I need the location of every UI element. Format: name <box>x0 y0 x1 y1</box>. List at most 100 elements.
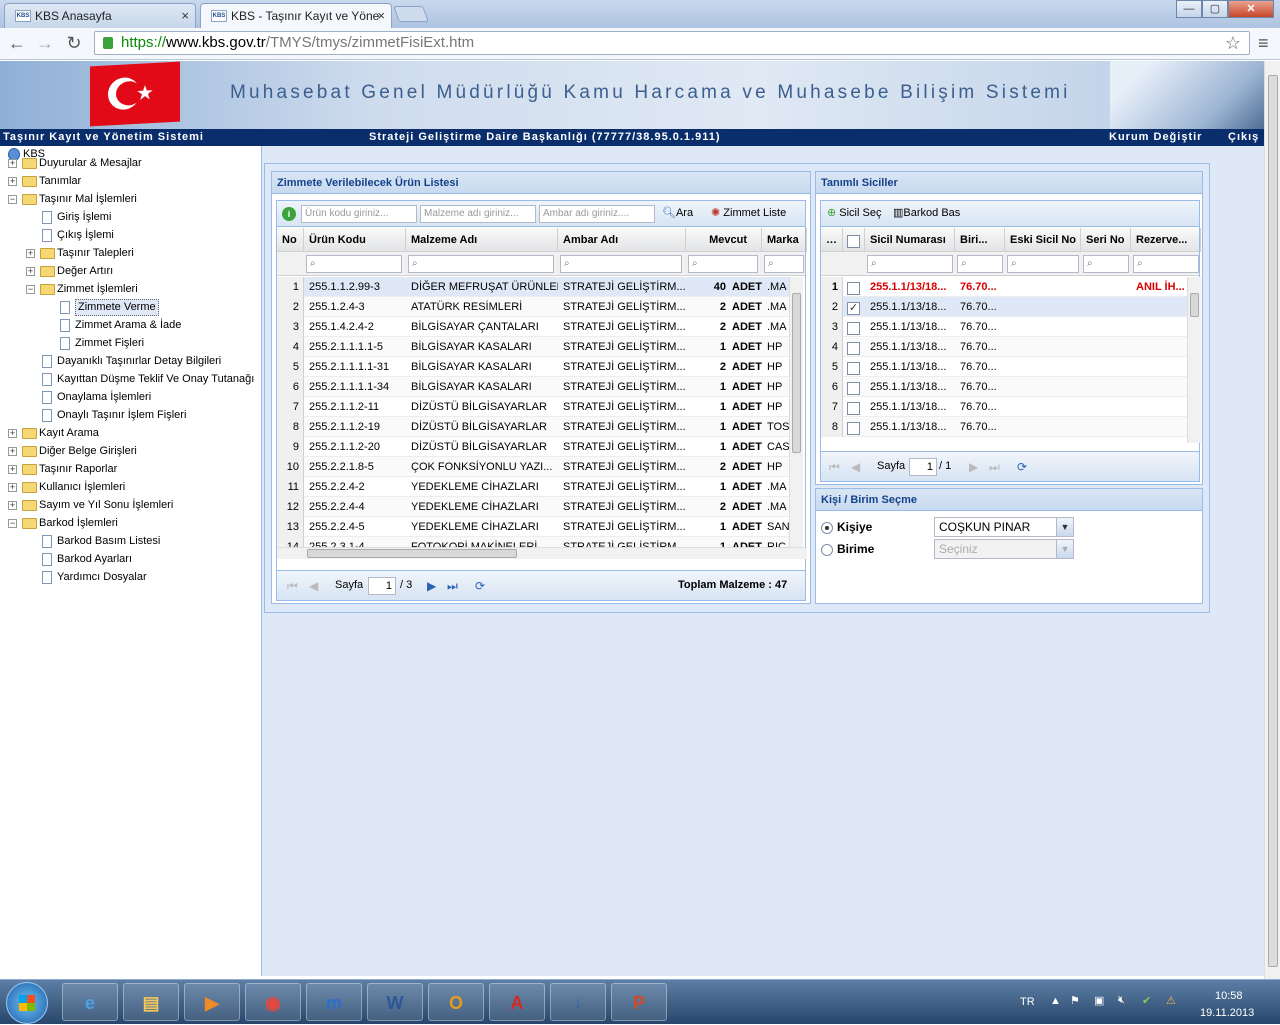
col-no[interactable]: No <box>277 228 304 252</box>
product-vertical-scrollbar[interactable] <box>789 277 803 547</box>
sicil-row[interactable]: 2 ✓ 255.1.1/13/18... 76.70... <box>821 297 1187 317</box>
file-explorer-icon[interactable]: ▤ <box>123 983 179 1021</box>
col-store-name[interactable]: Ambar Adı <box>558 228 686 252</box>
outlook-icon[interactable]: O <box>428 983 484 1021</box>
first-page-icon[interactable]: ⏮ <box>829 460 840 475</box>
collapse-icon[interactable]: − <box>8 519 17 528</box>
media-player-icon[interactable]: ▶ <box>184 983 240 1021</box>
checkbox-icon[interactable] <box>847 422 860 436</box>
maximize-button[interactable]: ▢ <box>1202 0 1228 18</box>
prev-page-icon[interactable]: ◀ <box>851 460 860 474</box>
checkbox-icon[interactable] <box>847 402 860 416</box>
download-icon[interactable]: ↓ <box>550 983 606 1021</box>
expand-icon[interactable]: + <box>26 267 35 276</box>
change-institution-link[interactable]: Kurum Değiştir <box>1109 129 1202 145</box>
checkbox-icon[interactable] <box>847 322 860 336</box>
zimmet-list-button[interactable]: ✺ Zimmet Liste <box>711 206 786 219</box>
kisiye-radio[interactable] <box>821 522 833 534</box>
row-checkbox[interactable] <box>843 417 865 437</box>
volume-mute-icon[interactable]: 🔇︎ <box>1118 994 1125 1007</box>
table-row[interactable]: 1 255.1.1.2.99-3 DİĞER MEFRUŞAT ÜRÜNLERİ ST… <box>277 277 789 297</box>
table-row[interactable]: 10 255.2.2.1.8-5 ÇOK FONKSİYONLU YAZI... ST… <box>277 457 789 477</box>
table-row[interactable]: 11 255.2.2.4-2 YEDEKLEME CİHAZLARI STRATEJİ… <box>277 477 789 497</box>
col-product-code[interactable]: Ürün Kodu <box>304 228 406 252</box>
expand-icon[interactable]: + <box>8 159 17 168</box>
table-row[interactable]: 3 255.1.4.2.4-2 BİLGİSAYAR ÇANTALARI STRATE… <box>277 317 789 337</box>
word-icon[interactable]: W <box>367 983 423 1021</box>
row-checkbox[interactable]: ✓ <box>843 297 865 317</box>
store-name-input[interactable]: Ambar adı giriniz.... <box>539 205 655 223</box>
filter-brand[interactable]: ⌕ <box>764 255 804 273</box>
page-scrollbar[interactable] <box>1264 61 1280 979</box>
forward-arrow-icon[interactable]: → <box>34 32 56 54</box>
maxthon-icon[interactable]: m <box>306 983 362 1021</box>
col-birim[interactable]: Biri... <box>955 228 1005 252</box>
product-code-input[interactable]: Ürün kodu giriniz... <box>301 205 417 223</box>
print-barcode-button[interactable]: ▥Barkod Bas <box>893 206 960 219</box>
acrobat-icon[interactable]: A <box>489 983 545 1021</box>
sicil-row[interactable]: 6 255.1.1/13/18... 76.70... <box>821 377 1187 397</box>
clock-time[interactable]: 10:58 <box>1215 990 1243 1002</box>
col-material-name[interactable]: Malzeme Adı <box>406 228 558 252</box>
checkbox-icon[interactable]: ✓ <box>847 302 860 316</box>
tab-kbs-tasinir[interactable]: KBS KBS - Taşınır Kayıt ve Yöne × <box>200 3 392 28</box>
last-page-icon[interactable]: ⏭ <box>447 579 458 594</box>
chevron-down-icon[interactable]: ▼ <box>1056 518 1073 536</box>
next-page-icon[interactable]: ▶ <box>427 579 436 593</box>
filter-available[interactable]: ⌕ <box>688 255 758 273</box>
filter-eski-sicil[interactable]: ⌕ <box>1007 255 1079 273</box>
birime-radio[interactable] <box>821 544 833 556</box>
col-brand[interactable]: Marka <box>762 228 807 252</box>
filter-birim[interactable]: ⌕ <box>957 255 1003 273</box>
table-row[interactable]: 5 255.2.1.1.1.1-31 BİLGİSAYAR KASALARI STRA… <box>277 357 789 377</box>
row-checkbox[interactable] <box>843 277 865 297</box>
filter-store-name[interactable]: ⌕ <box>560 255 682 273</box>
filter-material-name[interactable]: ⌕ <box>408 255 554 273</box>
table-row[interactable]: 12 255.2.2.4-4 YEDEKLEME CİHAZLARI STRATEJİ… <box>277 497 789 517</box>
close-tab-icon[interactable]: × <box>181 8 189 23</box>
chrome-icon[interactable]: ◉ <box>245 983 301 1021</box>
close-tab-icon[interactable]: × <box>377 8 385 23</box>
update-icon[interactable]: ⚠ <box>1166 994 1176 1007</box>
sicil-vertical-scrollbar[interactable] <box>1187 277 1201 443</box>
page-number-input[interactable]: 1 <box>909 458 937 476</box>
minimize-button[interactable]: — <box>1176 0 1202 18</box>
network-icon[interactable]: ▣ <box>1094 994 1104 1007</box>
expand-icon[interactable]: + <box>26 249 35 258</box>
collapse-icon[interactable]: − <box>8 195 17 204</box>
internet-explorer-icon[interactable]: e <box>62 983 118 1021</box>
product-horizontal-scrollbar[interactable] <box>277 547 807 559</box>
filter-rezerve[interactable]: ⌕ <box>1133 255 1199 273</box>
checkbox-icon[interactable] <box>847 362 860 376</box>
security-icon[interactable]: ✔ <box>1142 994 1151 1007</box>
close-window-button[interactable]: ✕ <box>1228 0 1274 18</box>
table-row[interactable]: 14 255.2.3.1-4 FOTOKOPİ MAKİNELERİ STRATEJİ… <box>277 537 789 547</box>
table-row[interactable]: 8 255.2.1.1.2-19 DİZÜSTÜ BİLGİSAYARLAR STRA… <box>277 417 789 437</box>
filter-product-code[interactable]: ⌕ <box>306 255 402 273</box>
bookmark-star-icon[interactable]: ☆ <box>1225 32 1241 54</box>
table-row[interactable]: 7 255.2.1.1.2-11 DİZÜSTÜ BİLGİSAYARLAR STRA… <box>277 397 789 417</box>
collapse-icon[interactable]: − <box>26 285 35 294</box>
material-name-input[interactable]: Malzeme adı giriniz... <box>420 205 536 223</box>
url-input[interactable]: https://www.kbs.gov.tr/TMYS/tmys/zimmetF… <box>94 31 1250 55</box>
logout-link[interactable]: Çıkış <box>1228 129 1259 145</box>
show-hidden-icons-icon[interactable]: ▲ <box>1050 995 1061 1007</box>
select-sicil-button[interactable]: ⊕ Sicil Seç <box>827 206 881 219</box>
sicil-row[interactable]: 4 255.1.1/13/18... 76.70... <box>821 337 1187 357</box>
filter-sicil-no[interactable]: ⌕ <box>867 255 953 273</box>
language-indicator[interactable]: TR <box>1020 996 1035 1008</box>
checkbox-icon[interactable] <box>847 342 860 356</box>
sicil-row[interactable]: 7 255.1.1/13/18... 76.70... <box>821 397 1187 417</box>
expand-icon[interactable]: + <box>8 483 17 492</box>
search-button[interactable]: 🔍︎Ara <box>662 206 693 219</box>
expand-icon[interactable]: + <box>8 501 17 510</box>
reload-icon[interactable]: ↻ <box>63 32 85 54</box>
start-button[interactable] <box>6 982 48 1024</box>
row-checkbox[interactable] <box>843 337 865 357</box>
checkbox-icon[interactable] <box>847 282 860 296</box>
browser-menu-icon[interactable]: ≡ <box>1258 33 1269 54</box>
person-combobox[interactable]: COŞKUN PINAR ▼ <box>934 517 1074 537</box>
col-eski-sicil[interactable]: Eski Sicil No <box>1005 228 1081 252</box>
expand-icon[interactable]: + <box>8 465 17 474</box>
back-arrow-icon[interactable]: ← <box>6 32 28 54</box>
